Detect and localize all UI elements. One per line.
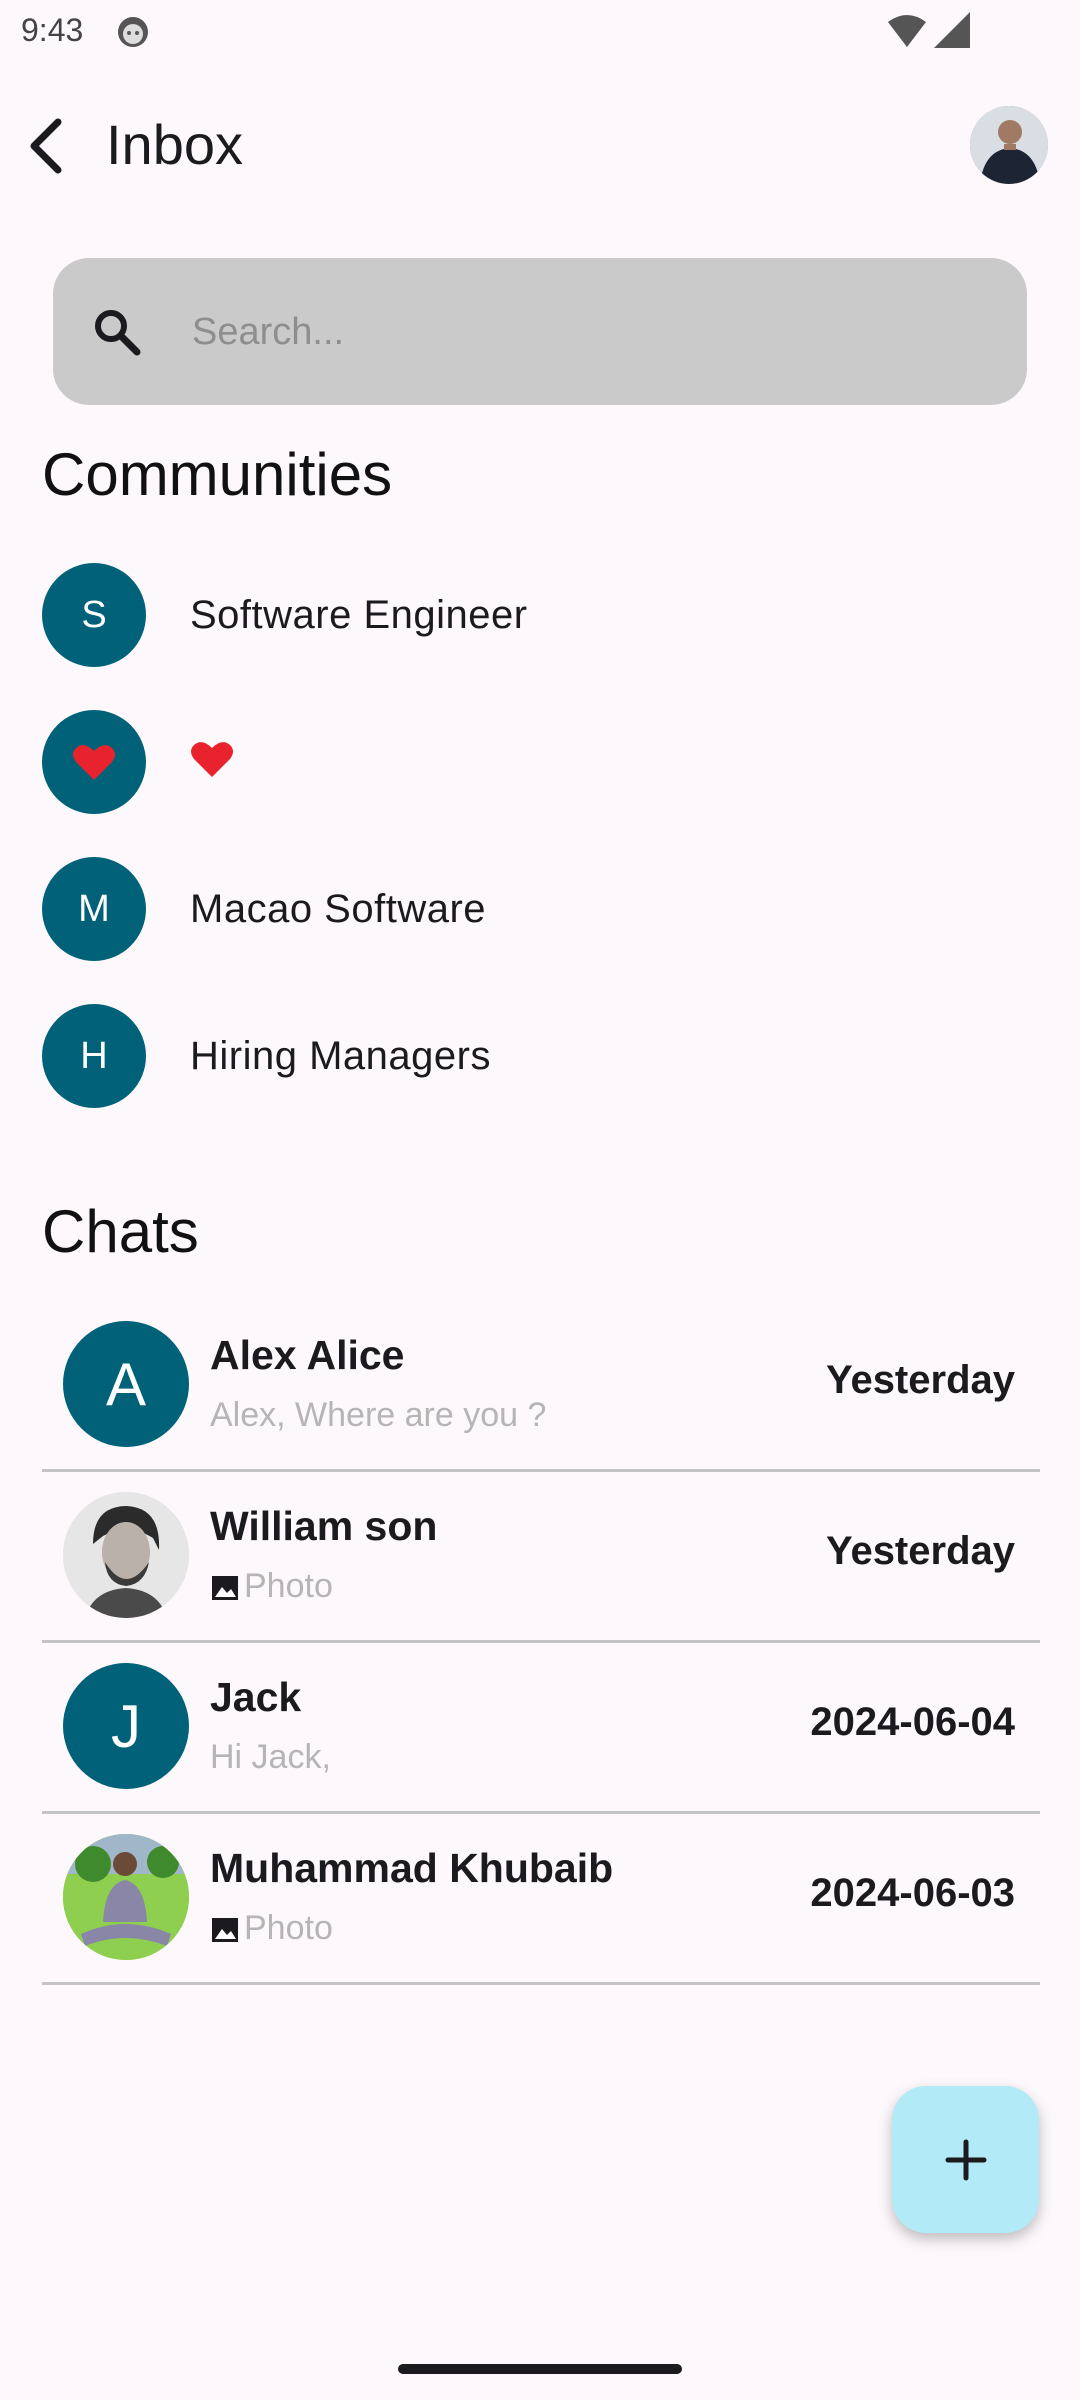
profile-photo bbox=[970, 106, 1048, 184]
chat-time: 2024-06-04 bbox=[810, 1700, 1015, 1744]
profile-avatar[interactable] bbox=[970, 106, 1048, 184]
community-avatar: S bbox=[42, 563, 146, 667]
chat-time: Yesterday bbox=[825, 1358, 1015, 1402]
community-name: Macao Software bbox=[190, 887, 487, 931]
image-icon bbox=[212, 1917, 238, 1942]
home-indicator[interactable] bbox=[398, 2364, 682, 2374]
avatar-photo bbox=[63, 1834, 189, 1960]
divider bbox=[42, 1811, 1040, 1814]
chat-preview-text: Photo bbox=[244, 1909, 333, 1947]
divider bbox=[42, 1469, 1040, 1472]
page-title: Inbox bbox=[106, 113, 243, 176]
back-button[interactable] bbox=[14, 110, 74, 180]
chat-row-william-son[interactable]: William son Photo Yesterday bbox=[42, 1473, 1040, 1643]
chat-row-jack[interactable]: J Jack Hi Jack, 2024-06-04 bbox=[42, 1644, 1040, 1814]
chat-preview: Alex, Where are you ? bbox=[210, 1396, 547, 1434]
wifi-icon bbox=[888, 15, 926, 47]
search-icon bbox=[95, 310, 141, 356]
search-bar[interactable] bbox=[53, 258, 1027, 405]
notification-app-icon bbox=[118, 17, 148, 47]
community-name: Hiring Managers bbox=[190, 1034, 491, 1078]
chat-name: Jack bbox=[210, 1674, 302, 1720]
chat-name: William son bbox=[210, 1503, 438, 1549]
community-item-hiring-managers[interactable]: H Hiring Managers bbox=[0, 1001, 1080, 1111]
divider bbox=[42, 1982, 1040, 1985]
community-item-macao-software[interactable]: M Macao Software bbox=[0, 854, 1080, 964]
inbox-screen: 9:43 Inbox Search... Communities S Softw… bbox=[0, 0, 1080, 2400]
communities-heading: Communities bbox=[42, 441, 393, 508]
chats-heading: Chats bbox=[42, 1198, 199, 1265]
chat-time: Yesterday bbox=[825, 1529, 1015, 1573]
cell-signal-icon bbox=[934, 12, 970, 48]
plus-icon bbox=[945, 2139, 986, 2180]
chat-name: Alex Alice bbox=[210, 1332, 405, 1378]
avatar: A bbox=[63, 1321, 189, 1447]
chat-preview-text: Photo bbox=[244, 1567, 333, 1605]
chat-name: Muhammad Khubaib bbox=[210, 1845, 614, 1891]
chat-preview: Hi Jack, bbox=[210, 1738, 331, 1776]
community-avatar bbox=[42, 710, 146, 814]
search-input[interactable] bbox=[190, 298, 974, 366]
community-item-heart[interactable] bbox=[0, 707, 1080, 817]
community-avatar: M bbox=[42, 857, 146, 961]
community-name: Software Engineer bbox=[190, 593, 528, 637]
chat-preview: Photo bbox=[210, 1567, 333, 1606]
avatar bbox=[63, 1834, 189, 1960]
avatar bbox=[63, 1492, 189, 1618]
chat-row-muhammad-khubaib[interactable]: Muhammad Khubaib Photo 2024-06-03 bbox=[42, 1815, 1040, 1985]
chat-time: 2024-06-03 bbox=[810, 1871, 1015, 1915]
chat-row-alex-alice[interactable]: A Alex Alice Alex, Where are you ? Yeste… bbox=[42, 1302, 1040, 1472]
community-item-software-engineer[interactable]: S Software Engineer bbox=[0, 560, 1080, 670]
image-icon bbox=[212, 1575, 238, 1600]
heart-emoji-icon bbox=[73, 745, 115, 780]
community-avatar: H bbox=[42, 1004, 146, 1108]
avatar-photo bbox=[63, 1492, 189, 1618]
divider bbox=[42, 1640, 1040, 1643]
avatar: J bbox=[63, 1663, 189, 1789]
community-name bbox=[190, 739, 234, 789]
status-time: 9:43 bbox=[21, 12, 84, 48]
heart-emoji-icon bbox=[191, 742, 233, 777]
arrow-back-icon bbox=[30, 118, 62, 174]
status-bar: 9:43 bbox=[0, 0, 1080, 64]
app-bar: Inbox bbox=[0, 90, 1080, 202]
new-chat-button[interactable] bbox=[892, 2086, 1039, 2233]
chat-preview: Photo bbox=[210, 1909, 333, 1948]
